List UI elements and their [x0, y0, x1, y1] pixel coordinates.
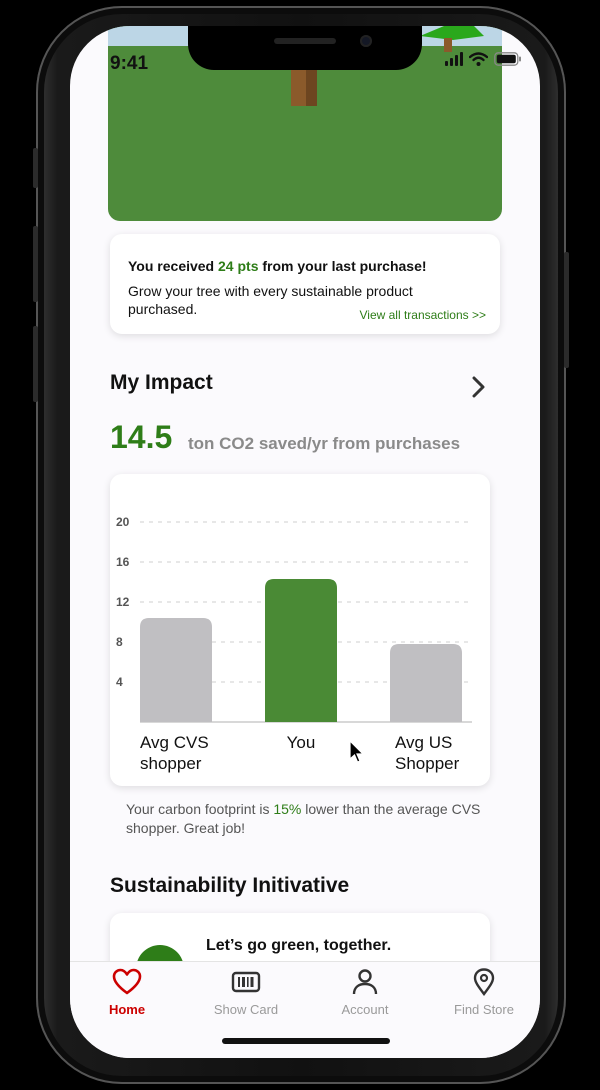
status-time: 9:41	[110, 53, 149, 74]
tab-show-card-label: Show Card	[213, 1002, 279, 1017]
y-tick-label: 16	[116, 555, 130, 569]
person-icon	[352, 969, 378, 995]
tab-show-card[interactable]: Show Card	[191, 968, 301, 1017]
small-tree-trunk	[444, 38, 452, 52]
volume-up-button	[33, 226, 38, 302]
small-tree-canopy	[420, 26, 484, 40]
barcode-card-icon	[231, 971, 261, 993]
category-label: You	[286, 733, 316, 752]
app-screen: 9:41 You received 24 pts from your last …	[70, 26, 540, 1058]
tab-account[interactable]: Account	[310, 968, 420, 1017]
power-button	[564, 252, 569, 368]
category-label: Avg US Shopper	[395, 733, 460, 773]
sustainability-card-title: Let’s go green, together.	[206, 937, 392, 954]
tab-account-label: Account	[341, 1002, 389, 1017]
y-tick-label: 20	[116, 515, 130, 529]
bar-1	[265, 579, 337, 722]
points-card: You received 24 pts from your last purch…	[110, 234, 500, 334]
tab-find-store[interactable]: Find Store	[429, 968, 539, 1017]
footnote-percent: 15%	[273, 801, 302, 817]
front-camera	[360, 35, 372, 47]
bar-2	[390, 644, 462, 722]
battery-icon	[494, 52, 521, 66]
category-label: Avg CVS shopper	[140, 733, 209, 773]
tab-home[interactable]: Home	[72, 968, 182, 1017]
points-message: You received 24 pts from your last purch…	[128, 258, 427, 274]
carbon-footnote: Your carbon footprint is 15% lower than …	[126, 800, 496, 838]
notch	[188, 26, 422, 70]
sustainability-title: Sustainability Initivative	[110, 874, 350, 897]
impact-unit: ton CO2 saved/yr from purchases	[188, 434, 461, 453]
tree-trunk-shade	[306, 66, 317, 106]
heart-icon	[112, 968, 142, 995]
points-prefix: You received	[128, 258, 219, 274]
y-tick-label: 12	[116, 595, 130, 609]
footnote-prefix: Your carbon footprint is	[126, 801, 274, 817]
tab-home-label: Home	[108, 1002, 146, 1017]
tab-find-store-label: Find Store	[454, 1002, 514, 1017]
my-impact-title: My Impact	[110, 371, 213, 394]
view-transactions-link[interactable]: View all transactions >>	[359, 308, 486, 322]
speaker	[274, 38, 336, 44]
location-pin-icon	[473, 968, 495, 996]
wifi-icon	[469, 52, 488, 66]
home-indicator	[222, 1038, 390, 1044]
chevron-right-icon[interactable]	[472, 376, 486, 398]
mute-switch	[33, 148, 38, 188]
mouse-cursor-icon	[349, 740, 365, 763]
points-suffix: from your last purchase!	[258, 258, 427, 274]
volume-down-button	[33, 326, 38, 402]
y-tick-label: 8	[116, 635, 123, 649]
bar-0	[140, 618, 212, 722]
impact-chart-card: 4 8 12 16 20 Avg CVS shopper You Avg US Shop…	[110, 474, 490, 786]
y-tick-label: 4	[116, 675, 123, 689]
status-icons	[445, 52, 522, 66]
cellular-signal-icon	[445, 52, 463, 66]
impact-value: 14.5	[110, 419, 173, 455]
points-value: 24 pts	[218, 258, 259, 274]
